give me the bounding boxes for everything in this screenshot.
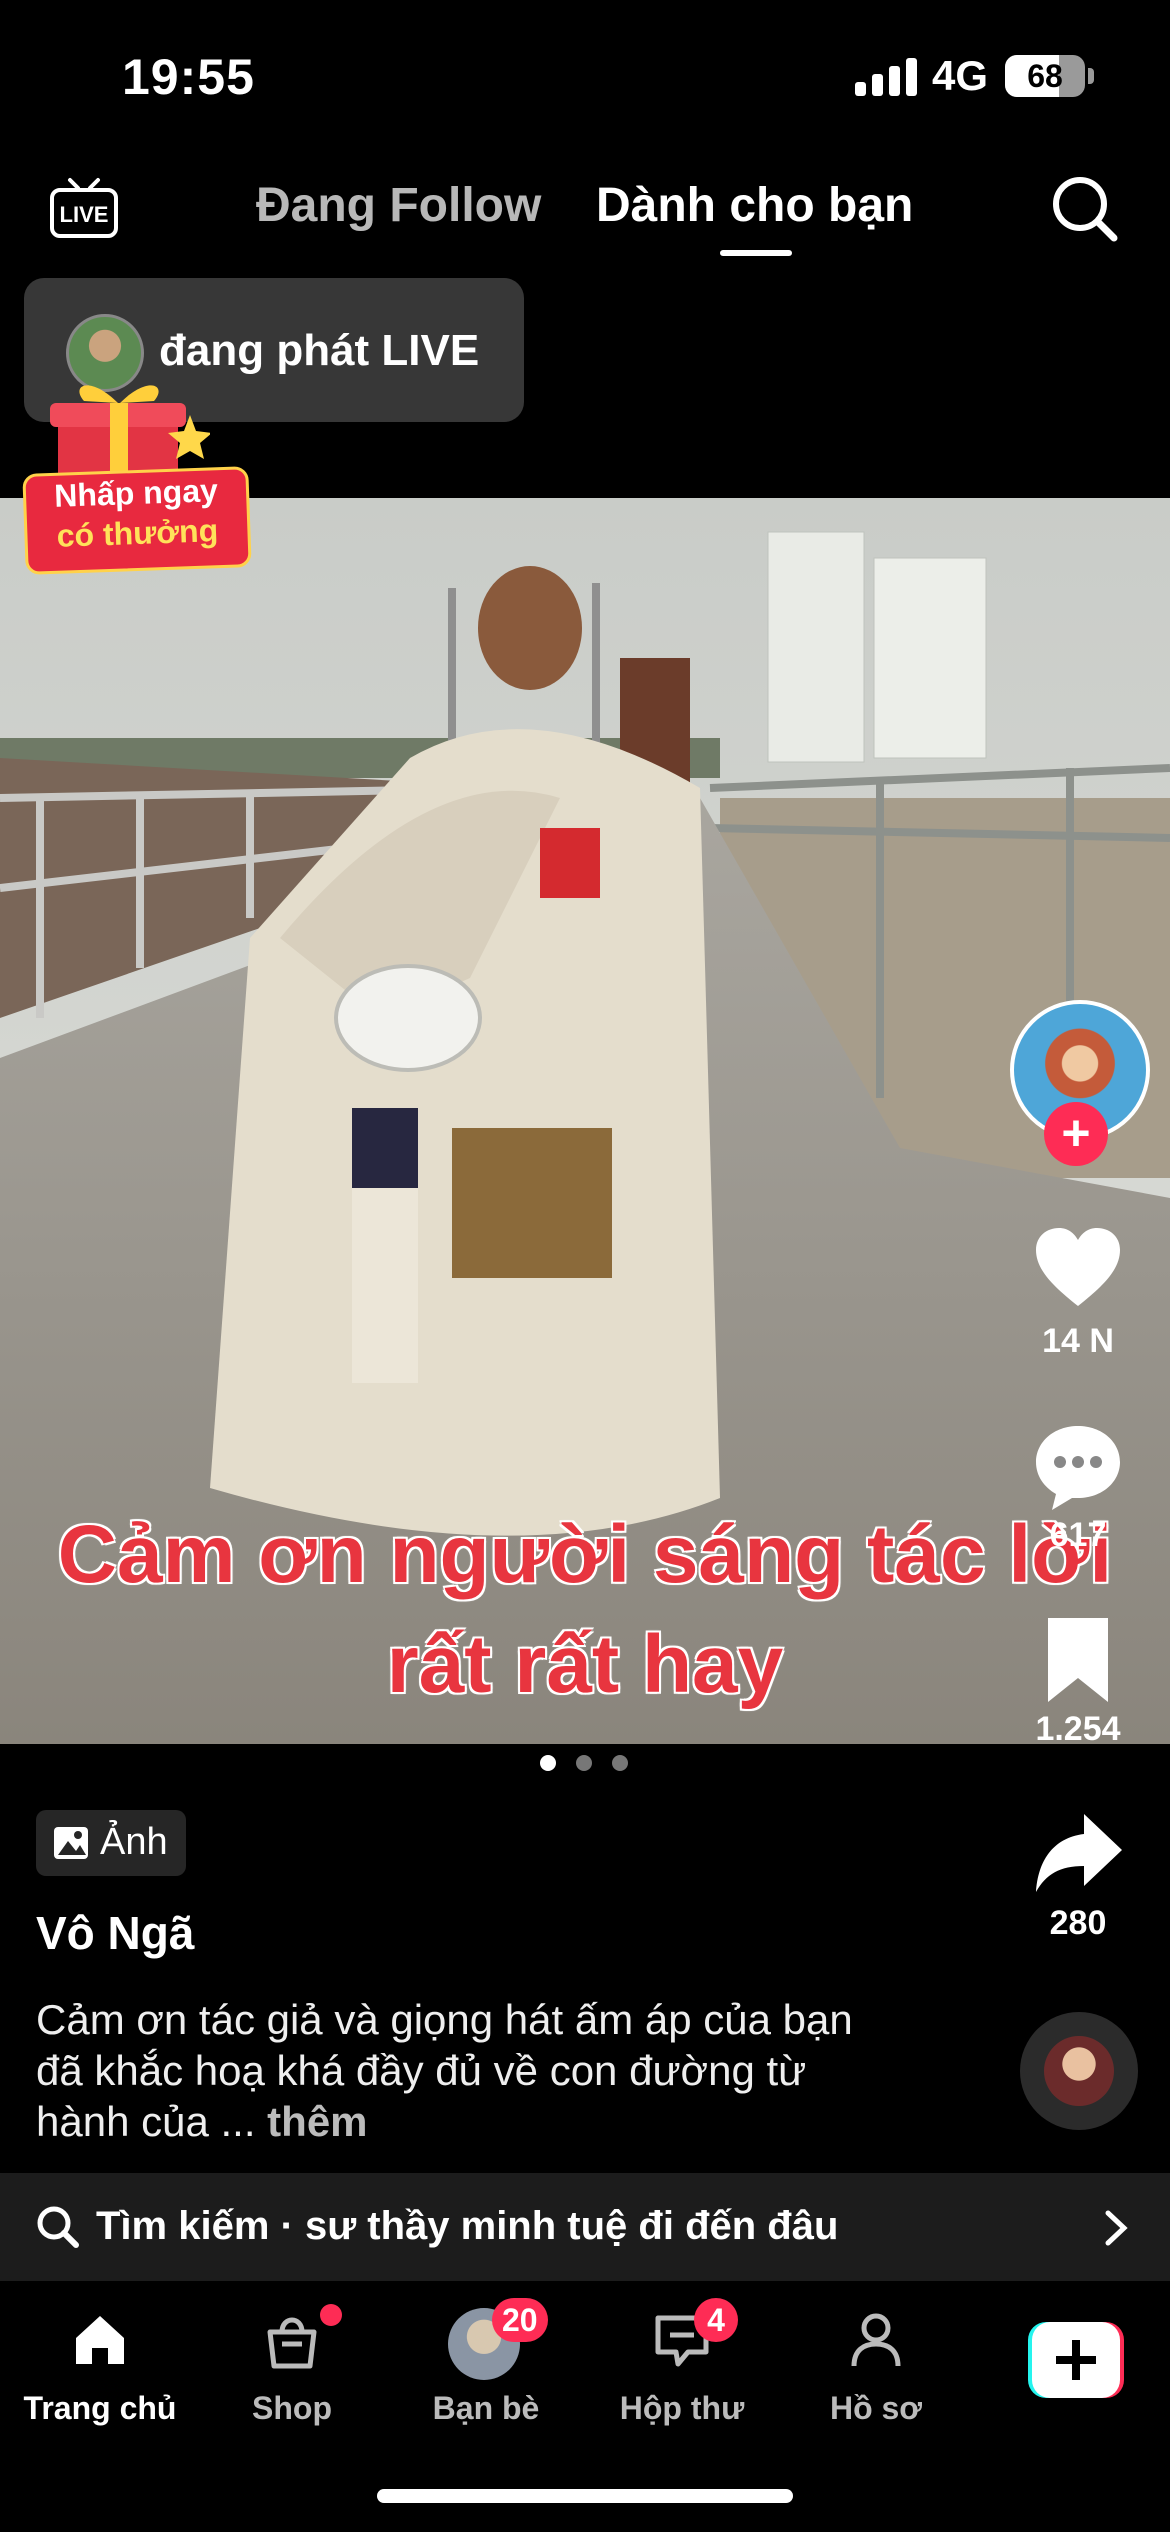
share-count: 280 xyxy=(1049,1904,1107,1942)
post-description[interactable]: Cảm ơn tác giả và giọng hát ấm áp của bạ… xyxy=(36,1994,896,2147)
reward-line-2: có thưởng xyxy=(56,512,219,554)
nav-friends-label: Bạn bè xyxy=(432,2390,540,2426)
nav-friends[interactable]: 20 Bạn bè xyxy=(386,2282,586,2432)
nav-home-label: Trang chủ xyxy=(23,2390,177,2426)
caption-line-2: rất rất hay xyxy=(386,1619,784,1710)
bookmark-icon[interactable] xyxy=(1030,1612,1126,1708)
photo-type-label: Ảnh xyxy=(100,1821,168,1863)
heart-icon[interactable] xyxy=(1030,1220,1126,1316)
network-type: 4G xyxy=(932,52,989,99)
profile-icon xyxy=(851,2313,901,2367)
follow-plus-button[interactable]: + xyxy=(1044,1102,1108,1166)
signal-icon xyxy=(855,58,917,96)
nav-inbox[interactable]: 4 Hộp thư xyxy=(582,2282,782,2432)
caption-line-1: Cảm ơn người sáng tác lời xyxy=(57,1509,1113,1600)
carousel-dot xyxy=(540,1755,556,1771)
carousel-dot xyxy=(576,1755,592,1771)
photo-type-chip: Ảnh xyxy=(36,1810,186,1876)
like-count: 14 N xyxy=(1042,1322,1114,1360)
svg-text:LIVE: LIVE xyxy=(60,202,109,227)
description-text: Cảm ơn tác giả và giọng hát ấm áp của bạ… xyxy=(36,1996,853,2145)
search-suggestion-bar[interactable]: Tìm kiếm · sư thầy minh tuệ đi đến đâu xyxy=(0,2173,1170,2281)
search-icon[interactable] xyxy=(1050,174,1120,244)
author-name[interactable]: Vô Ngã xyxy=(36,1906,194,1960)
reward-label: Nhấp ngay có thưởng xyxy=(22,466,252,575)
battery-tip xyxy=(1088,68,1094,84)
sound-disc[interactable] xyxy=(1020,2012,1138,2130)
reward-badge[interactable]: Nhấp ngay có thưởng xyxy=(20,375,252,575)
carousel-indicator xyxy=(540,1755,648,1776)
inbox-badge: 4 xyxy=(694,2298,738,2342)
home-icon xyxy=(76,2316,124,2364)
battery-level: 68 xyxy=(1027,58,1063,94)
active-tab-indicator xyxy=(720,250,792,256)
nav-inbox-label: Hộp thư xyxy=(619,2390,745,2426)
shopping-bag-icon xyxy=(267,2317,317,2369)
nav-shop[interactable]: Shop xyxy=(192,2282,392,2432)
sound-avatar xyxy=(1044,2036,1114,2106)
save-count: 1.254 xyxy=(1035,1710,1121,1748)
carousel-dot xyxy=(612,1755,628,1771)
home-indicator xyxy=(377,2489,793,2503)
tab-following[interactable]: Đang Follow xyxy=(256,178,541,233)
chevron-right-icon xyxy=(1105,2210,1128,2246)
live-tv-icon[interactable]: LIVE xyxy=(48,170,120,242)
image-icon xyxy=(54,1827,88,1859)
nav-profile-label: Hồ sơ xyxy=(829,2390,923,2426)
status-bar: 19:55 4G 68 xyxy=(0,0,1170,150)
nav-home[interactable]: Trang chủ xyxy=(0,2282,200,2432)
post-photo[interactable]: Cảm ơn người sáng tác lời rất rất hay xyxy=(0,498,1170,1744)
tab-for-you[interactable]: Dành cho bạn xyxy=(596,178,913,233)
battery-icon: 68 xyxy=(1005,55,1085,97)
share-icon[interactable] xyxy=(1030,1806,1126,1902)
search-icon xyxy=(37,2206,79,2248)
nav-profile[interactable]: Hồ sơ xyxy=(776,2282,976,2432)
status-time: 19:55 xyxy=(122,49,255,105)
comment-icon[interactable] xyxy=(1030,1418,1126,1514)
live-notification-text: đang phát LIVE xyxy=(159,326,480,375)
comment-count: 617 xyxy=(1049,1516,1107,1554)
friends-badge: 20 xyxy=(492,2298,548,2342)
nav-shop-label: Shop xyxy=(252,2390,332,2426)
search-suggestion-text: Tìm kiếm · sư thầy minh tuệ đi đến đâu xyxy=(96,2204,839,2248)
create-plus-icon[interactable] xyxy=(1028,2322,1124,2398)
shop-notification-dot xyxy=(320,2304,342,2326)
see-more-link[interactable]: thêm xyxy=(267,2098,367,2145)
